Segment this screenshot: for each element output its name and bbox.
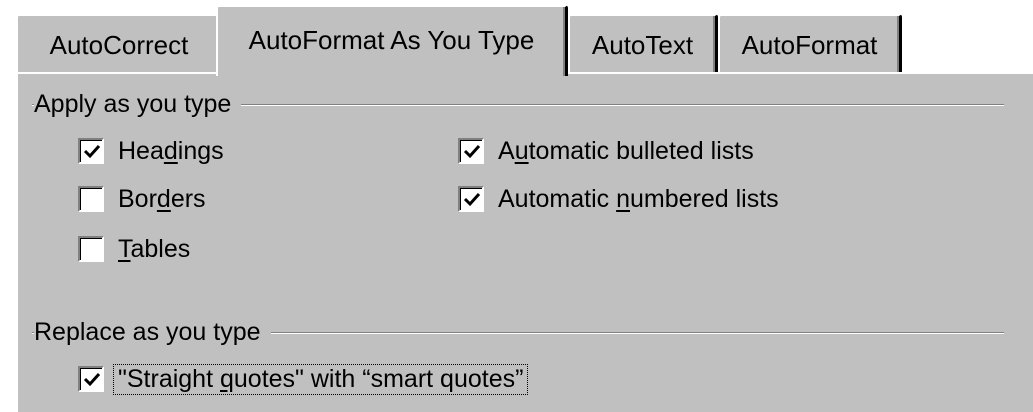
checkbox-tables[interactable]: Tables [78, 234, 190, 264]
checkbox-headings[interactable]: Headings [78, 136, 224, 166]
checkbox-label: Borders [118, 184, 206, 213]
replace-group-label: Replace as you type [34, 320, 271, 345]
apply-group-label: Apply as you type [34, 92, 242, 117]
tab-autoformat[interactable]: AutoFormat [718, 14, 902, 74]
checkbox-smart-quotes[interactable]: "Straight quotes" with “smart quotes” [78, 363, 529, 395]
checkbox-automatic-bulleted-lists[interactable]: Automatic bulleted lists [458, 136, 754, 166]
checkbox-box[interactable] [78, 236, 104, 262]
tab-autoformat-as-you-type[interactable]: AutoFormat As You Type [216, 5, 568, 76]
checkbox-label: Headings [118, 136, 224, 165]
checkmark-icon [463, 192, 481, 207]
checkbox-label: "Straight quotes" with “smart quotes” [112, 363, 529, 395]
checkbox-box[interactable] [78, 138, 104, 164]
checkbox-box[interactable] [458, 186, 484, 212]
checkmark-icon [83, 144, 101, 159]
checkbox-box[interactable] [78, 366, 104, 392]
checkbox-label: Tables [118, 234, 191, 263]
checkbox-label: Automatic bulleted lists [498, 136, 754, 165]
checkmark-icon [83, 372, 101, 387]
checkbox-borders[interactable]: Borders [78, 184, 206, 214]
checkbox-box[interactable] [78, 186, 104, 212]
tab-label: AutoFormat [741, 30, 878, 60]
tab-label: AutoText [591, 30, 694, 60]
checkbox-label: Automatic numbered lists [498, 184, 779, 213]
checkbox-box[interactable] [458, 138, 484, 164]
tab-panel: Apply as you type Headings Borders Table… [16, 72, 1033, 412]
tab-label: AutoFormat As You Type [248, 24, 535, 55]
tab-autocorrect[interactable]: AutoCorrect [16, 14, 220, 74]
checkbox-automatic-numbered-lists[interactable]: Automatic numbered lists [458, 184, 779, 214]
checkmark-icon [463, 144, 481, 159]
tab-autotext[interactable]: AutoText [568, 14, 718, 74]
tab-label: AutoCorrect [49, 30, 189, 60]
